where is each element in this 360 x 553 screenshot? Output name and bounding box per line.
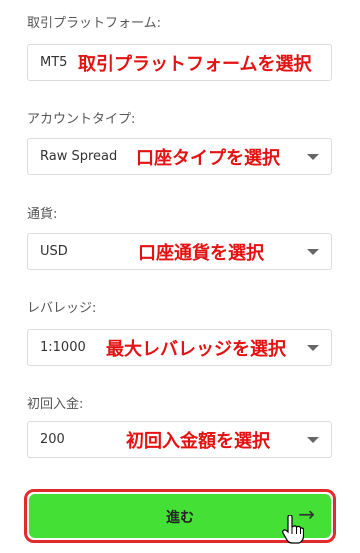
- leverage-annotation: 最大レバレッジを選択: [106, 339, 286, 360]
- leverage-value: 1:1000: [40, 340, 86, 355]
- hand-cursor-icon: [282, 515, 304, 544]
- currency-label: 通貨:: [27, 207, 58, 222]
- account-type-value: Raw Spread: [40, 149, 118, 164]
- account-type-annotation: 口座タイプを選択: [136, 148, 280, 169]
- leverage-label: レバレッジ:: [27, 301, 97, 316]
- chevron-down-icon: [307, 249, 319, 255]
- initial-deposit-annotation: 初回入金額を選択: [126, 431, 270, 452]
- initial-deposit-label: 初回入金:: [27, 397, 84, 412]
- currency-value: USD: [40, 244, 68, 259]
- platform-label: 取引プラットフォーム:: [27, 16, 161, 31]
- chevron-down-icon: [307, 345, 319, 351]
- platform-value: MT5: [40, 55, 68, 70]
- initial-deposit-value: 200: [40, 432, 65, 447]
- account-type-label: アカウントタイプ:: [27, 112, 136, 127]
- chevron-down-icon: [307, 154, 319, 160]
- currency-annotation: 口座通貨を選択: [138, 243, 264, 264]
- platform-annotation: 取引プラットフォームを選択: [78, 54, 312, 75]
- chevron-down-icon: [307, 437, 319, 443]
